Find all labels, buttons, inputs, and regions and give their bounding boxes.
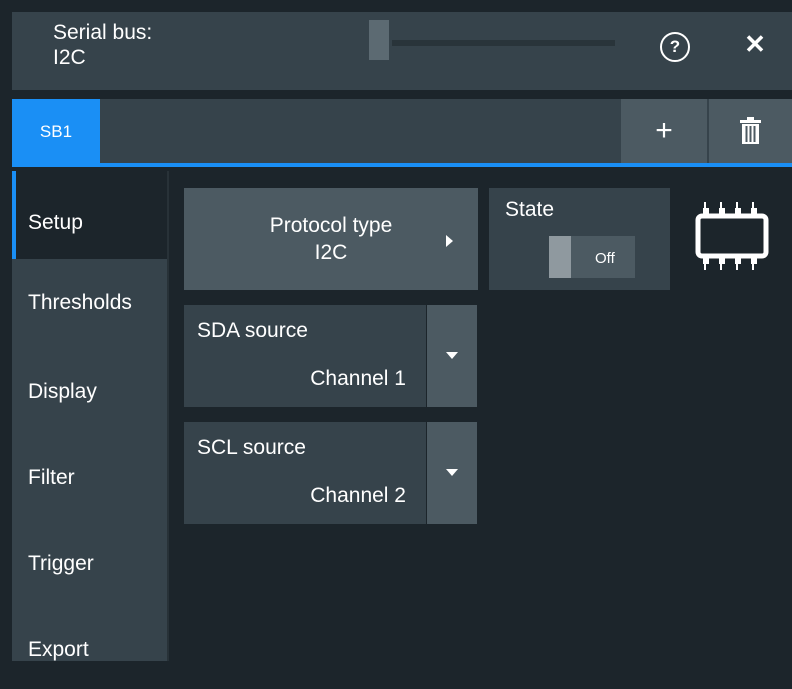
scl-source-dropdown-button[interactable] [427, 422, 477, 524]
tab-sb1[interactable]: SB1 [12, 99, 100, 163]
close-icon: ✕ [744, 29, 766, 59]
nav-item-display[interactable]: Display [12, 345, 167, 431]
plus-icon: + [655, 114, 673, 147]
close-button[interactable]: ✕ [730, 26, 780, 76]
nav-item-label: Thresholds [28, 291, 132, 314]
protocol-type-label: Protocol type I2C [269, 214, 393, 264]
chevron-down-icon [446, 352, 458, 359]
scl-source-label: SCL source [197, 436, 306, 459]
sda-source-dropdown-button[interactable] [427, 305, 477, 407]
chevron-down-icon [446, 469, 458, 476]
add-bus-button[interactable]: + [621, 99, 707, 163]
header-slider-track[interactable] [392, 40, 615, 46]
scl-source-field[interactable]: SCL source Channel 2 [184, 422, 426, 524]
toggle-knob [549, 236, 571, 278]
dialog-title: Serial bus: I2C [53, 21, 153, 69]
nav-item-label: Export [28, 638, 89, 661]
chevron-right-icon [446, 235, 453, 247]
question-circle-icon: ? [660, 32, 690, 62]
nav-item-trigger[interactable]: Trigger [12, 517, 167, 603]
state-toggle[interactable]: Off [549, 236, 635, 278]
state-panel: State Off [489, 188, 670, 290]
tab-label: SB1 [39, 122, 73, 141]
protocol-type-button[interactable]: Protocol type I2C [184, 188, 478, 290]
nav-item-setup[interactable]: Setup [12, 171, 168, 259]
delete-bus-button[interactable] [709, 99, 792, 163]
state-label: State [505, 198, 555, 221]
dialog-header: Serial bus: I2C ? ✕ [12, 12, 792, 90]
nav-item-thresholds[interactable]: Thresholds [12, 259, 167, 345]
nav-item-label: Display [28, 380, 97, 403]
header-slider-handle[interactable] [369, 20, 389, 60]
state-value: Off [595, 250, 615, 267]
side-navigation: Setup Thresholds Display Filter Trigger … [12, 171, 168, 661]
nav-item-label: Setup [28, 211, 83, 234]
nav-item-label: Filter [28, 466, 75, 489]
nav-item-filter[interactable]: Filter [12, 431, 167, 517]
nav-divider [167, 171, 169, 661]
nav-item-export[interactable]: Export [12, 603, 167, 689]
sda-source-value: Channel 1 [310, 367, 406, 390]
help-button[interactable]: ? [652, 26, 702, 76]
tab-underline [12, 163, 792, 167]
scl-source-value: Channel 2 [310, 484, 406, 507]
nav-item-label: Trigger [28, 552, 94, 575]
trash-icon [740, 117, 761, 144]
active-indicator [12, 171, 16, 259]
ic-chip-icon [695, 202, 769, 270]
sda-source-field[interactable]: SDA source Channel 1 [184, 305, 426, 407]
sda-source-label: SDA source [197, 319, 308, 342]
tab-bar: SB1 + [12, 99, 792, 163]
